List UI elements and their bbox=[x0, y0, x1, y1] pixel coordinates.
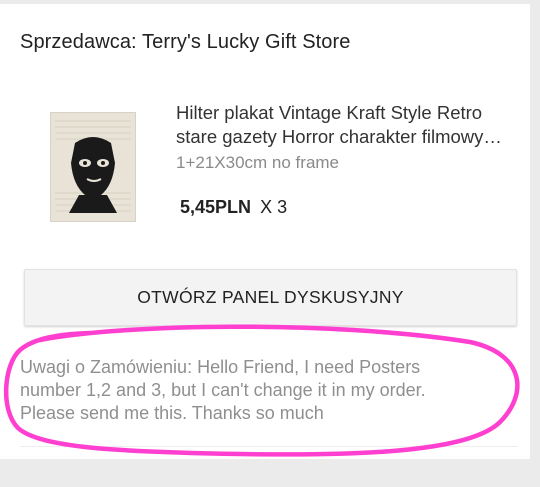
order-note: Uwagi o Zamówieniu: Hello Friend, I need… bbox=[20, 356, 490, 425]
product-title[interactable]: Hilter plakat Vintage Kraft Style Retro … bbox=[176, 101, 521, 149]
divider bbox=[20, 446, 518, 447]
product-image[interactable] bbox=[50, 112, 136, 222]
product-title-line1: Hilter plakat Vintage Kraft Style Retro bbox=[176, 102, 483, 123]
order-card: Sprzedawca: Terry's Lucky Gift Store Hil… bbox=[0, 4, 530, 459]
scrollbar-track bbox=[530, 0, 540, 487]
product-title-line2: stare gazety Horror charakter filmowy… bbox=[176, 126, 502, 147]
product-variant: 1+21X30cm no frame bbox=[176, 153, 340, 172]
product-quantity: X 3 bbox=[260, 197, 288, 217]
open-discussion-panel-button[interactable]: OTWÓRZ PANEL DYSKUSYJNY bbox=[24, 269, 517, 326]
order-note-line3: Please send me this. Thanks so much bbox=[20, 403, 324, 423]
product-poster-image bbox=[51, 113, 135, 221]
product-price: 5,45PLN bbox=[180, 197, 252, 217]
price-row: 5,45PLN X 3 bbox=[180, 197, 287, 218]
order-note-line2: number 1,2 and 3, but I can't change it … bbox=[20, 380, 426, 400]
order-note-line1: Uwagi o Zamówieniu: Hello Friend, I need… bbox=[20, 357, 421, 377]
seller-name[interactable]: Sprzedawca: Terry's Lucky Gift Store bbox=[20, 31, 351, 54]
